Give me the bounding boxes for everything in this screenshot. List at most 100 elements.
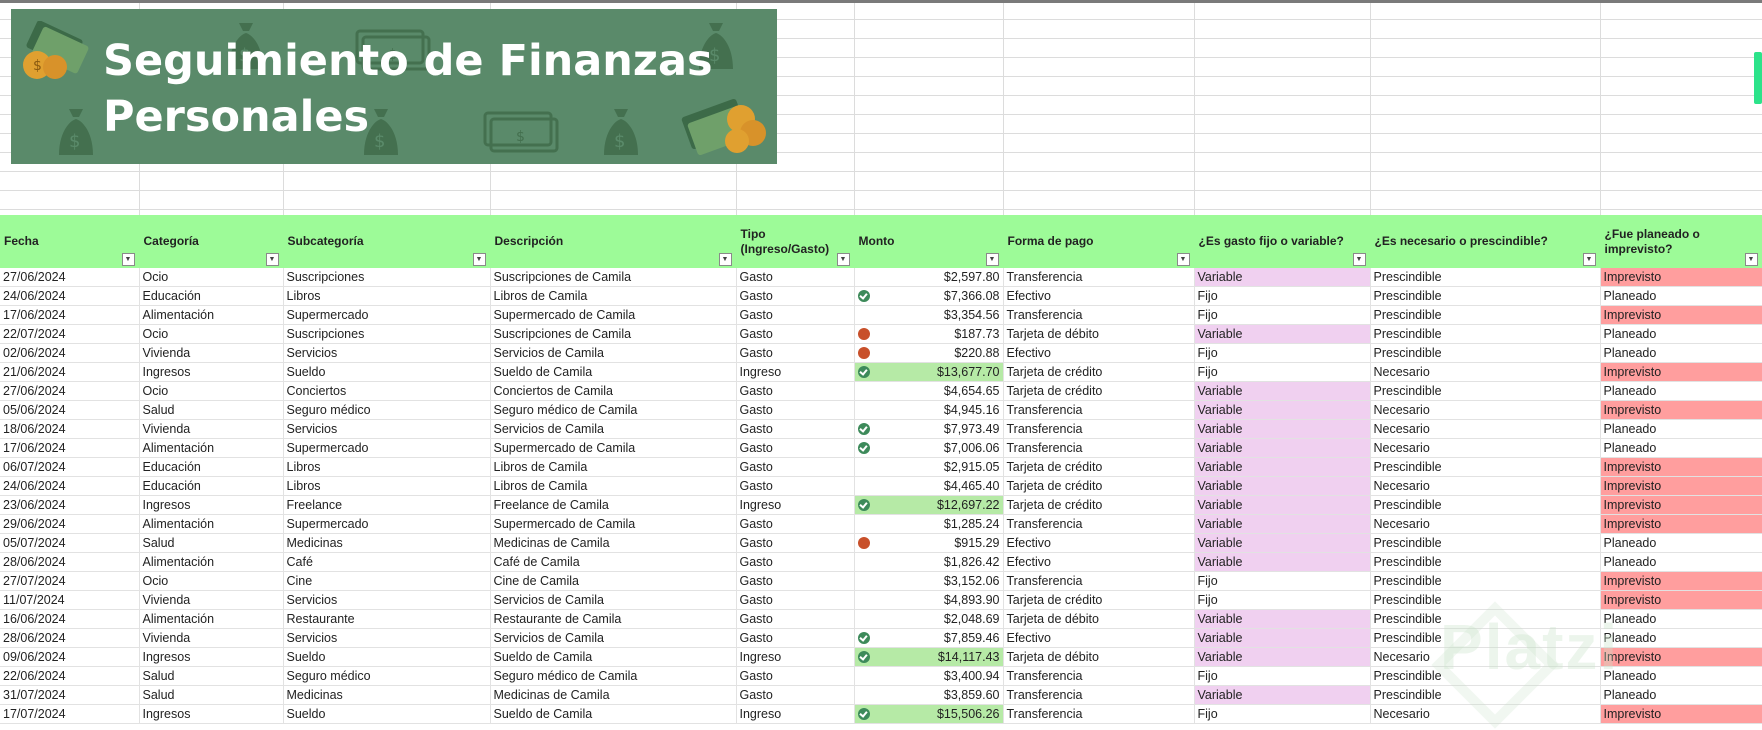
cell-tipo[interactable]: Gasto — [736, 419, 855, 439]
cell-monto[interactable]: $1,285.24 — [854, 514, 1004, 534]
cell-fijo[interactable]: Variable — [1194, 495, 1371, 515]
cell-nec[interactable]: Prescindible — [1370, 571, 1601, 591]
cell-pago[interactable]: Transferencia — [1003, 268, 1195, 287]
cell-monto[interactable]: $3,400.94 — [854, 666, 1004, 686]
cell-desc[interactable]: Medicinas de Camila — [490, 685, 737, 705]
cell-desc[interactable]: Supermercado de Camila — [490, 305, 737, 325]
cell-fijo[interactable]: Fijo — [1194, 343, 1371, 363]
cell-desc[interactable]: Libros de Camila — [490, 457, 737, 477]
cell-plan[interactable]: Imprevisto — [1600, 457, 1762, 477]
cell-cat[interactable]: Ocio — [139, 324, 284, 344]
filter-dropdown-icon[interactable]: ▼ — [1352, 253, 1366, 266]
cell-monto[interactable]: $1,826.42 — [854, 552, 1004, 572]
cell-pago[interactable]: Efectivo — [1003, 552, 1195, 572]
cell-monto[interactable]: $4,654.65 — [854, 381, 1004, 401]
cell-pago[interactable]: Tarjeta de crédito — [1003, 590, 1195, 610]
cell-fijo[interactable]: Variable — [1194, 324, 1371, 344]
cell-fecha[interactable]: 29/06/2024 — [0, 514, 140, 534]
cell-sub[interactable]: Servicios — [283, 343, 491, 363]
cell-plan[interactable]: Planeado — [1600, 324, 1762, 344]
cell-fecha[interactable]: 31/07/2024 — [0, 685, 140, 705]
cell-fijo[interactable]: Fijo — [1194, 590, 1371, 610]
cell-cat[interactable]: Alimentación — [139, 552, 284, 572]
cell-fecha[interactable]: 27/07/2024 — [0, 571, 140, 591]
cell-desc[interactable]: Servicios de Camila — [490, 343, 737, 363]
cell-nec[interactable]: Prescindible — [1370, 381, 1601, 401]
column-header[interactable]: ¿Es gasto fijo o variable? ▼ — [1194, 215, 1371, 268]
filter-dropdown-icon[interactable]: ▼ — [121, 253, 135, 266]
filter-dropdown-icon[interactable]: ▼ — [1582, 253, 1596, 266]
cell-pago[interactable]: Transferencia — [1003, 704, 1195, 724]
cell-nec[interactable]: Prescindible — [1370, 457, 1601, 477]
cell-monto[interactable]: $3,152.06 — [854, 571, 1004, 591]
cell-tipo[interactable]: Gasto — [736, 552, 855, 572]
cell-plan[interactable]: Imprevisto — [1600, 305, 1762, 325]
cell-plan[interactable]: Imprevisto — [1600, 495, 1762, 515]
cell-cat[interactable]: Salud — [139, 400, 284, 420]
cell-monto[interactable]: $7,859.46 — [854, 628, 1004, 648]
cell-monto[interactable]: $12,697.22 — [854, 495, 1004, 515]
filter-dropdown-icon[interactable]: ▼ — [985, 253, 999, 266]
cell-fecha[interactable]: 17/06/2024 — [0, 305, 140, 325]
column-header[interactable]: Categoría ▼ — [139, 215, 284, 268]
cell-tipo[interactable]: Ingreso — [736, 704, 855, 724]
cell-plan[interactable]: Planeado — [1600, 609, 1762, 629]
cell-tipo[interactable]: Gasto — [736, 476, 855, 496]
cell-fijo[interactable]: Variable — [1194, 381, 1371, 401]
cell-nec[interactable]: Necesario — [1370, 514, 1601, 534]
column-header[interactable]: Fecha ▼ — [0, 215, 140, 268]
cell-plan[interactable]: Planeado — [1600, 286, 1762, 306]
cell-cat[interactable]: Alimentación — [139, 305, 284, 325]
cell-sub[interactable]: Supermercado — [283, 305, 491, 325]
cell-desc[interactable]: Freelance de Camila — [490, 495, 737, 515]
cell-fijo[interactable]: Fijo — [1194, 286, 1371, 306]
cell-desc[interactable]: Café de Camila — [490, 552, 737, 572]
cell-sub[interactable]: Servicios — [283, 590, 491, 610]
cell-desc[interactable]: Restaurante de Camila — [490, 609, 737, 629]
cell-fijo[interactable]: Variable — [1194, 533, 1371, 553]
cell-cat[interactable]: Salud — [139, 533, 284, 553]
filter-dropdown-icon[interactable]: ▼ — [718, 253, 732, 266]
cell-fecha[interactable]: 02/06/2024 — [0, 343, 140, 363]
filter-dropdown-icon[interactable]: ▼ — [1176, 253, 1190, 266]
cell-desc[interactable]: Seguro médico de Camila — [490, 400, 737, 420]
cell-plan[interactable]: Planeado — [1600, 419, 1762, 439]
cell-plan[interactable]: Planeado — [1600, 685, 1762, 705]
cell-pago[interactable]: Transferencia — [1003, 438, 1195, 458]
filter-dropdown-icon[interactable]: ▼ — [265, 253, 279, 266]
cell-fijo[interactable]: Fijo — [1194, 362, 1371, 382]
cell-pago[interactable]: Tarjeta de débito — [1003, 324, 1195, 344]
filter-dropdown-icon[interactable]: ▼ — [472, 253, 486, 266]
cell-pago[interactable]: Tarjeta de crédito — [1003, 495, 1195, 515]
cell-pago[interactable]: Tarjeta de crédito — [1003, 381, 1195, 401]
cell-plan[interactable]: Planeado — [1600, 628, 1762, 648]
cell-tipo[interactable]: Gasto — [736, 286, 855, 306]
cell-fecha[interactable]: 18/06/2024 — [0, 419, 140, 439]
cell-sub[interactable]: Sueldo — [283, 704, 491, 724]
cell-nec[interactable]: Prescindible — [1370, 590, 1601, 610]
cell-desc[interactable]: Medicinas de Camila — [490, 533, 737, 553]
cell-sub[interactable]: Servicios — [283, 419, 491, 439]
cell-nec[interactable]: Prescindible — [1370, 324, 1601, 344]
filter-dropdown-icon[interactable]: ▼ — [836, 253, 850, 266]
cell-cat[interactable]: Alimentación — [139, 438, 284, 458]
cell-sub[interactable]: Conciertos — [283, 381, 491, 401]
cell-cat[interactable]: Alimentación — [139, 514, 284, 534]
cell-sub[interactable]: Libros — [283, 286, 491, 306]
cell-cat[interactable]: Ocio — [139, 571, 284, 591]
cell-desc[interactable]: Servicios de Camila — [490, 628, 737, 648]
cell-tipo[interactable]: Ingreso — [736, 362, 855, 382]
cell-fijo[interactable]: Variable — [1194, 419, 1371, 439]
cell-nec[interactable]: Necesario — [1370, 419, 1601, 439]
cell-pago[interactable]: Transferencia — [1003, 571, 1195, 591]
cell-fecha[interactable]: 22/07/2024 — [0, 324, 140, 344]
cell-plan[interactable]: Imprevisto — [1600, 647, 1762, 667]
cell-fecha[interactable]: 17/07/2024 — [0, 704, 140, 724]
cell-tipo[interactable]: Gasto — [736, 268, 855, 287]
cell-cat[interactable]: Alimentación — [139, 609, 284, 629]
cell-monto[interactable]: $220.88 — [854, 343, 1004, 363]
cell-nec[interactable]: Necesario — [1370, 400, 1601, 420]
cell-fecha[interactable]: 28/06/2024 — [0, 552, 140, 572]
cell-pago[interactable]: Transferencia — [1003, 514, 1195, 534]
cell-nec[interactable]: Necesario — [1370, 438, 1601, 458]
